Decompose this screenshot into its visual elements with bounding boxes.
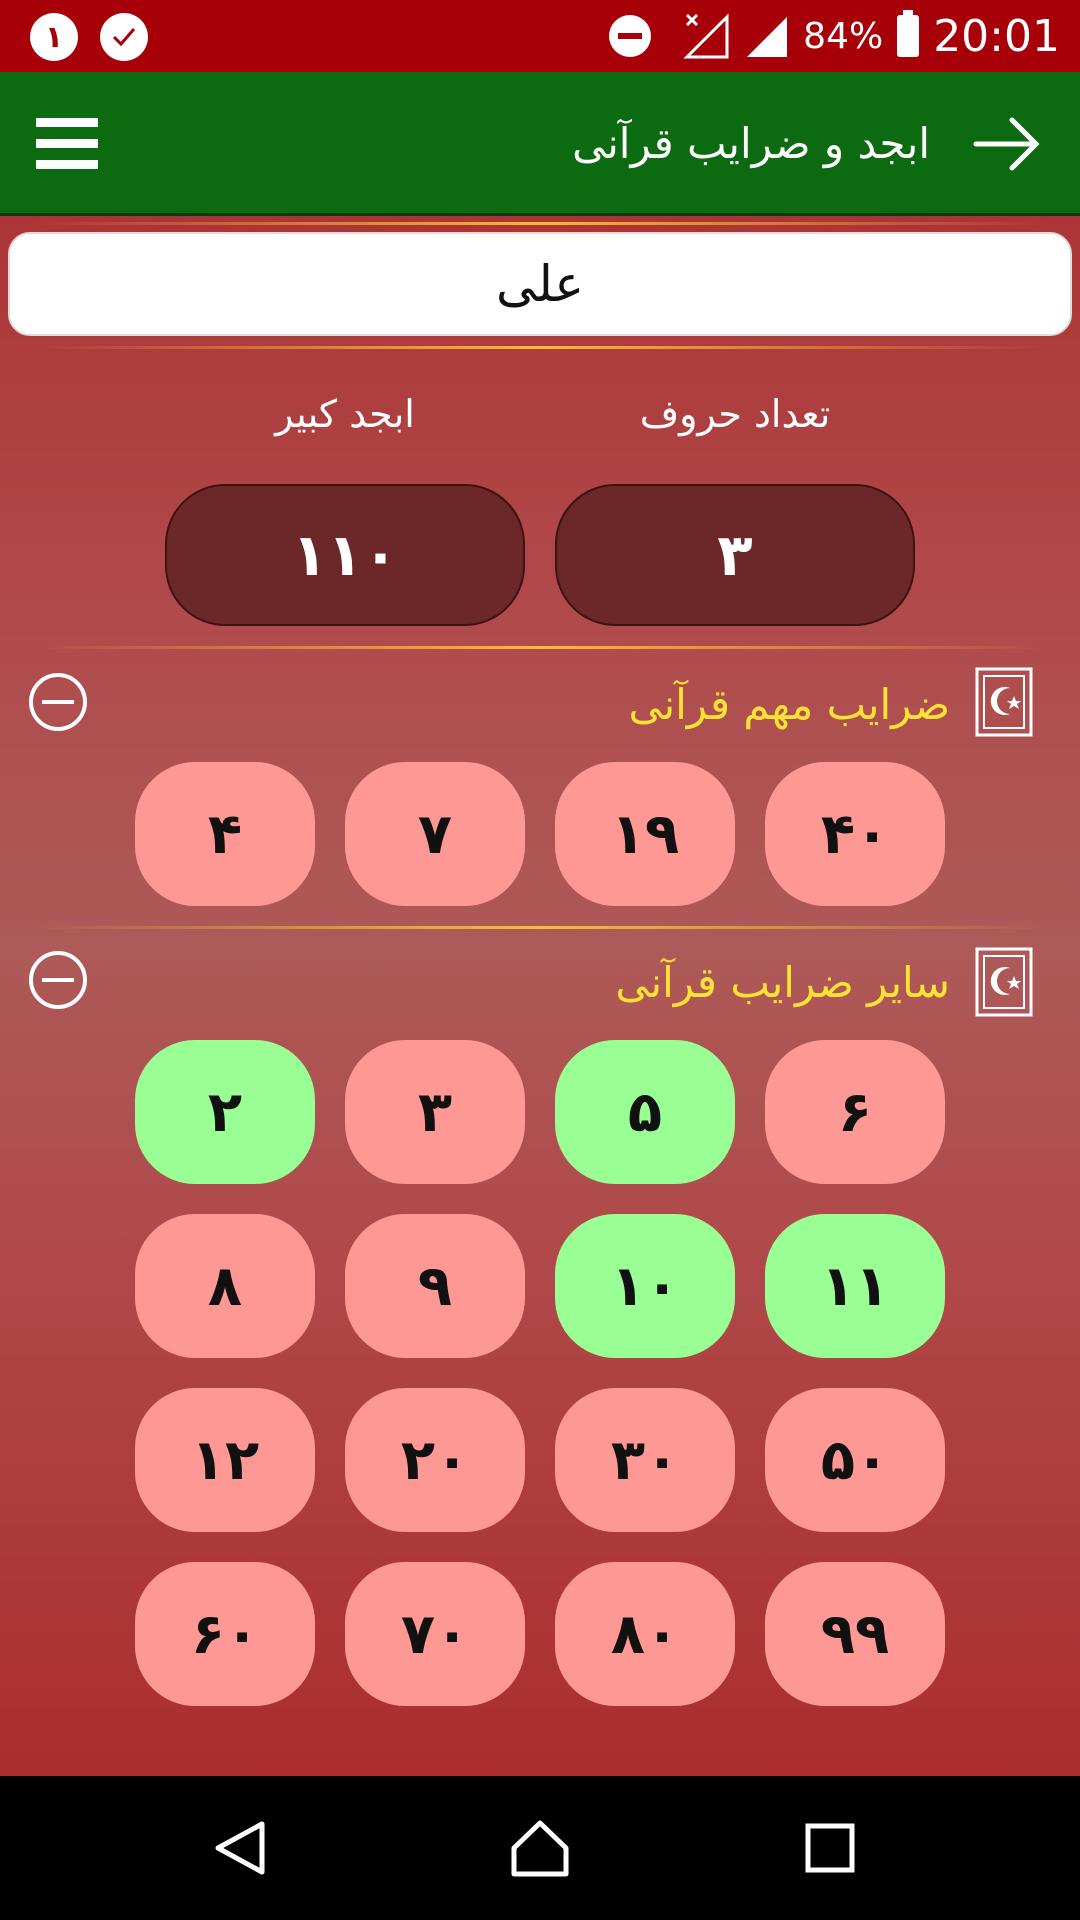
battery-icon [897, 10, 920, 57]
abjad-value: ١١٠ [165, 484, 525, 626]
coefficient-button[interactable]: ۲۰ [345, 1388, 525, 1532]
minus-circle-icon[interactable] [28, 672, 88, 732]
clock: 20:01 [933, 10, 1060, 62]
minus-circle-icon[interactable] [28, 950, 88, 1010]
hamburger-menu-icon[interactable] [36, 118, 98, 170]
coefficient-button[interactable]: ۹ [345, 1214, 525, 1358]
page-title: ابجد و ضرایب قرآنی [572, 119, 930, 168]
do-not-disturb-icon [609, 15, 652, 57]
notification-badge: ١ [30, 13, 78, 61]
home-icon[interactable] [510, 1818, 570, 1878]
coefficient-button[interactable]: ۱۰ [555, 1214, 735, 1358]
divider [30, 346, 1050, 349]
navigation-bar [0, 1776, 1080, 1920]
divider [30, 926, 1050, 929]
coefficient-button[interactable]: ۵۰ [765, 1388, 945, 1532]
coefficient-button[interactable]: ۱۹ [555, 762, 735, 906]
coefficient-button[interactable]: ۳۰ [555, 1388, 735, 1532]
letters-count-label: تعداد حروف [639, 392, 831, 436]
coefficient-button[interactable]: ۷۰ [345, 1562, 525, 1706]
section-title-important: ضرایب مهم قرآنی [628, 680, 950, 729]
main-content: علی تعداد حروف ابجد کبیر ٣ ١١٠ ضرایب مهم… [0, 216, 1080, 1776]
coefficient-button[interactable]: ۱۱ [765, 1214, 945, 1358]
battery-percent: 84% [803, 15, 884, 57]
divider [30, 222, 1050, 225]
coefficient-button[interactable]: ۶۰ [135, 1562, 315, 1706]
letters-count-value: ٣ [555, 484, 915, 626]
quran-book-icon [975, 667, 1033, 737]
coefficient-button[interactable]: ۴۰ [765, 762, 945, 906]
coefficient-button[interactable]: ۸۰ [555, 1562, 735, 1706]
abjad-label: ابجد کبیر [275, 392, 415, 436]
coefficient-button[interactable]: ۶ [765, 1040, 945, 1184]
divider [30, 646, 1050, 649]
coefficient-button[interactable]: ۴ [135, 762, 315, 906]
coefficient-button[interactable]: ۱۲ [135, 1388, 315, 1532]
coefficient-button[interactable]: ۹۹ [765, 1562, 945, 1706]
check-icon [100, 13, 148, 61]
name-input[interactable]: علی [8, 232, 1072, 336]
coefficient-button[interactable]: ۳ [345, 1040, 525, 1184]
app-bar: ابجد و ضرایب قرآنی [0, 72, 1080, 216]
status-bar: ١ 84% 20:01 [0, 0, 1080, 72]
coefficient-button[interactable]: ۸ [135, 1214, 315, 1358]
coefficient-button[interactable]: ۲ [135, 1040, 315, 1184]
back-triangle-icon[interactable] [210, 1818, 270, 1878]
coefficient-button[interactable]: ۵ [555, 1040, 735, 1184]
recents-square-icon[interactable] [800, 1818, 860, 1878]
arrow-right-icon[interactable] [972, 114, 1042, 174]
quran-book-icon [975, 947, 1033, 1017]
section-title-other: سایر ضرایب قرآنی [615, 958, 950, 1007]
coefficient-button[interactable]: ۷ [345, 762, 525, 906]
signal-off-icon [683, 13, 729, 59]
signal-icon [747, 17, 788, 57]
